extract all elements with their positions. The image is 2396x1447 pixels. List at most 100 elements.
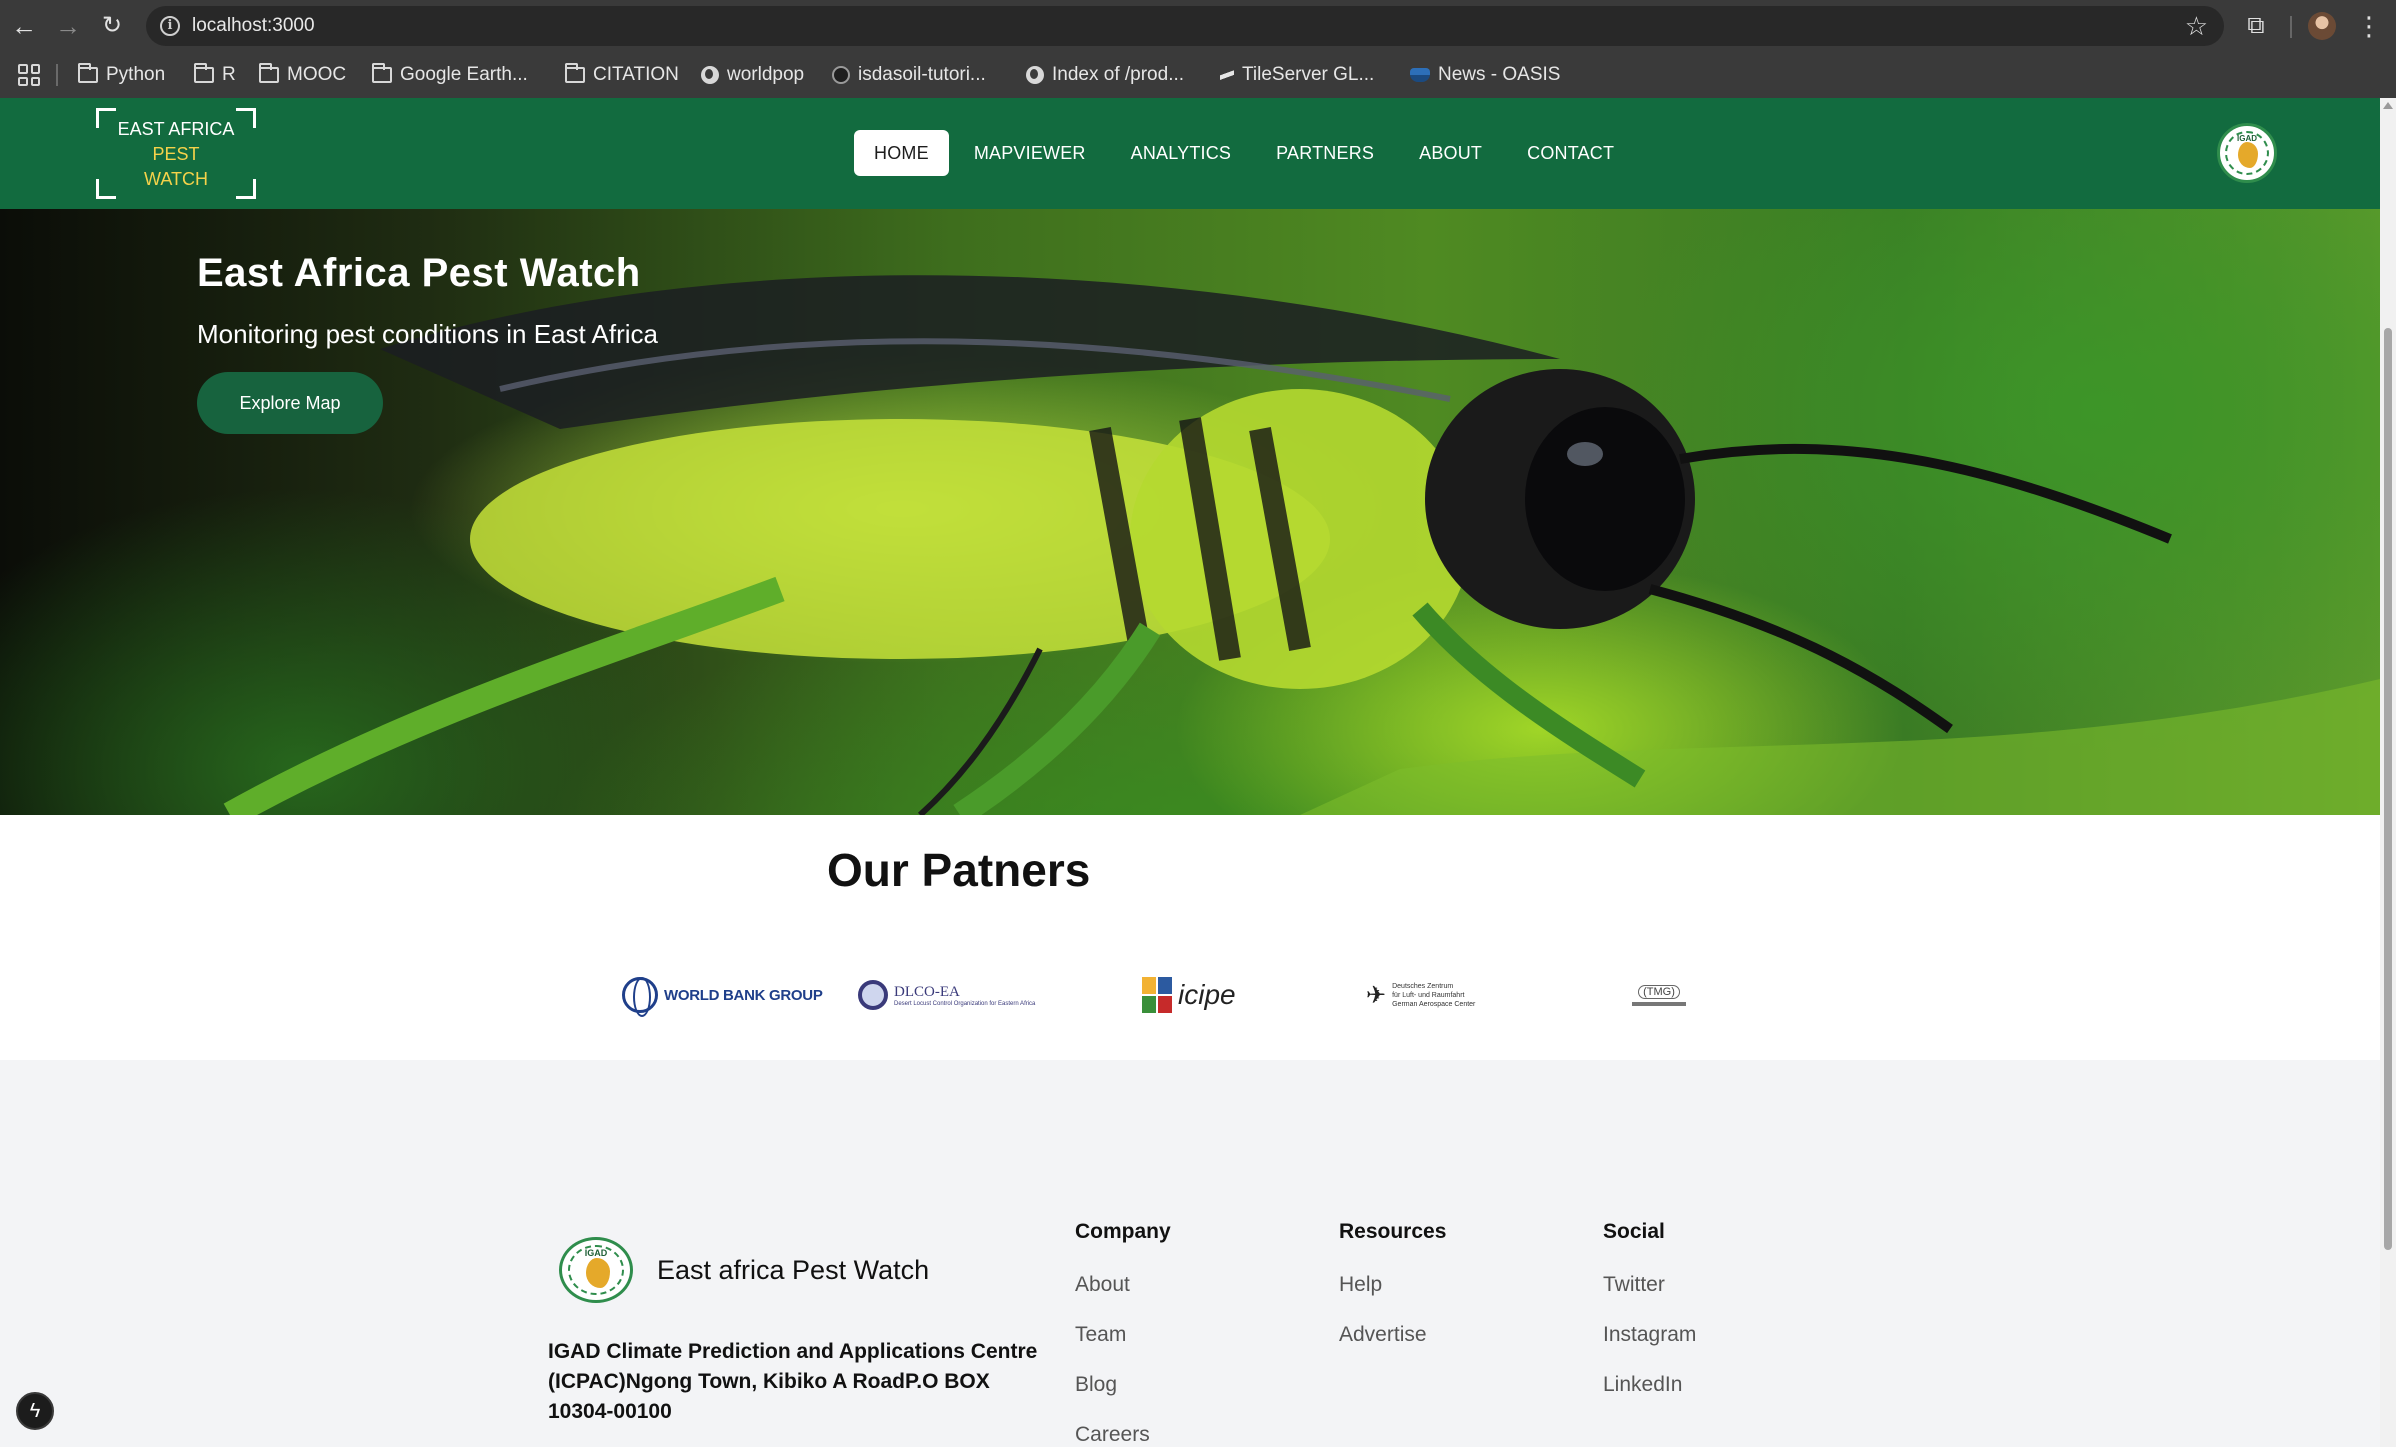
footer-column-title: Company: [1075, 1220, 1171, 1243]
bookmark-news-oasis[interactable]: News - OASIS: [1410, 60, 1560, 90]
partners-title: Our Patners: [827, 844, 1091, 896]
bolt-icon[interactable]: ϟ: [16, 1392, 54, 1430]
bookmarks-bar: Python R MOOC Google Earth... CITATION w…: [0, 52, 2396, 98]
icipe-text: icipe: [1178, 979, 1236, 1010]
oasis-icon: [1410, 68, 1430, 82]
hero-title: East Africa Pest Watch: [197, 251, 641, 295]
partner-logo-world-bank[interactable]: WORLD BANK GROUP: [622, 973, 823, 1017]
bookmark-isdasoil[interactable]: isdasoil-tutori...: [832, 60, 986, 90]
reload-icon[interactable]: ↻: [96, 10, 128, 42]
partner-logo-icipe[interactable]: icipe: [1142, 973, 1236, 1017]
footer-link-about[interactable]: About: [1075, 1270, 1171, 1320]
partner-logo-dlco-ea[interactable]: DLCO-EA Desert Locust Control Organizati…: [858, 973, 1035, 1017]
nav-about[interactable]: ABOUT: [1399, 130, 1502, 176]
folder-icon: [372, 63, 392, 83]
emblem-label: IGAD: [2237, 134, 2257, 143]
dlco-seal-icon: [858, 980, 888, 1010]
folder-icon: [194, 63, 214, 83]
page-scrollbar[interactable]: [2380, 98, 2396, 1447]
footer-link-instagram[interactable]: Instagram: [1603, 1320, 1696, 1370]
footer-link-linkedin[interactable]: LinkedIn: [1603, 1370, 1696, 1420]
browser-menu-icon[interactable]: ⋮: [2356, 10, 2382, 42]
nav-home[interactable]: HOME: [854, 130, 949, 176]
bookmark-label: News - OASIS: [1438, 64, 1561, 85]
dlco-text: DLCO-EA Desert Locust Control Organizati…: [894, 984, 1035, 1007]
footer-link-twitter[interactable]: Twitter: [1603, 1270, 1696, 1320]
bookmark-label: MOOC: [287, 64, 347, 85]
bookmark-mooc[interactable]: MOOC: [259, 60, 346, 90]
address-bar[interactable]: i localhost:3000 ☆: [146, 6, 2224, 46]
bookmark-label: isdasoil-tutori...: [858, 64, 986, 85]
bookmark-python[interactable]: Python: [78, 60, 165, 90]
dlr-text: Deutsches Zentrum für Luft- und Raumfahr…: [1392, 982, 1475, 1009]
partners-section: Our Patners WORLD BANK GROUP DLCO-EA Des…: [0, 815, 2380, 1060]
footer-column-title: Social: [1603, 1220, 1665, 1243]
tmg-underline: [1632, 1001, 1686, 1006]
bookmarks-divider: [56, 64, 58, 86]
logo-line-1: EAST AFRICA: [117, 119, 235, 139]
bookmark-tileserver[interactable]: TileServer GL...: [1220, 60, 1374, 90]
site-logo[interactable]: EAST AFRICA PEST WATCH: [96, 108, 256, 199]
site-footer: IGAD East africa Pest Watch IGAD Climate…: [0, 1060, 2380, 1447]
page-viewport: EAST AFRICA PEST WATCH HOME MAPVIEWER AN…: [0, 98, 2380, 1447]
explore-map-button[interactable]: Explore Map: [197, 372, 383, 434]
bookmark-label: CITATION: [593, 64, 679, 85]
dlr-line-1: Deutsches Zentrum: [1392, 982, 1454, 990]
footer-column-company: Company About Team Blog Careers: [1075, 1220, 1171, 1447]
dlco-name: DLCO-EA: [894, 983, 960, 1000]
logo-line-3: WATCH: [144, 169, 208, 189]
scroll-up-icon[interactable]: [2383, 102, 2393, 109]
bookmark-label: Google Earth...: [400, 64, 528, 85]
bookmark-worldpop[interactable]: worldpop: [701, 60, 804, 90]
extensions-icon[interactable]: ⧉: [2240, 10, 2272, 42]
bookmark-google-earth[interactable]: Google Earth...: [372, 60, 528, 90]
dlco-subtitle: Desert Locust Control Organization for E…: [894, 1000, 1036, 1007]
scrollbar-thumb[interactable]: [2384, 328, 2392, 1250]
footer-link-team[interactable]: Team: [1075, 1320, 1171, 1370]
folder-icon: [78, 63, 98, 83]
footer-igad-logo-icon[interactable]: IGAD: [559, 1237, 633, 1303]
main-nav: HOME MAPVIEWER ANALYTICS PARTNERS ABOUT …: [854, 130, 1639, 176]
bookmark-label: Index of /prod...: [1052, 64, 1185, 85]
footer-link-blog[interactable]: Blog: [1075, 1370, 1171, 1420]
footer-link-careers[interactable]: Careers: [1075, 1420, 1171, 1447]
nav-partners[interactable]: PARTNERS: [1256, 130, 1394, 176]
partner-logo-dlr[interactable]: ✈ Deutsches Zentrum für Luft- und Raumfa…: [1366, 973, 1475, 1017]
igad-emblem-icon[interactable]: IGAD: [2217, 123, 2277, 183]
nav-mapviewer[interactable]: MAPVIEWER: [954, 130, 1106, 176]
footer-link-help[interactable]: Help: [1339, 1270, 1446, 1320]
footer-link-advertise[interactable]: Advertise: [1339, 1320, 1446, 1370]
bookmark-citation[interactable]: CITATION: [565, 60, 679, 90]
logo-line-2: PEST: [152, 144, 200, 164]
github-icon: [832, 66, 850, 84]
footer-address: IGAD Climate Prediction and Applications…: [548, 1340, 1038, 1423]
globe-icon: [701, 66, 719, 84]
site-header: EAST AFRICA PEST WATCH HOME MAPVIEWER AN…: [0, 98, 2380, 209]
logo-text: EAST AFRICA PEST WATCH: [96, 117, 256, 192]
nav-analytics[interactable]: ANALYTICS: [1111, 130, 1252, 176]
bookmark-label: TileServer GL...: [1242, 64, 1375, 85]
partner-logo-tmg[interactable]: (TMG): [1632, 973, 1686, 1017]
apps-grid-icon[interactable]: [18, 64, 40, 86]
tmg-logo: (TMG): [1632, 984, 1686, 1006]
bookmark-index-of-prod[interactable]: Index of /prod...: [1026, 60, 1184, 90]
world-bank-globe-icon: [622, 977, 658, 1017]
africa-map-icon: [586, 1258, 610, 1288]
bookmark-r[interactable]: R: [194, 60, 236, 90]
profile-avatar[interactable]: [2308, 12, 2336, 40]
nav-contact[interactable]: CONTACT: [1507, 130, 1634, 176]
tileserver-icon: [1220, 66, 1234, 84]
browser-toolbar: ← → ↻ i localhost:3000 ☆ ⧉ ⋮: [0, 0, 2396, 52]
tmg-text: (TMG): [1638, 984, 1680, 999]
forward-icon[interactable]: →: [52, 10, 84, 42]
folder-icon: [565, 63, 585, 83]
dlr-mark-icon: ✈: [1366, 981, 1387, 1009]
back-icon[interactable]: ←: [8, 10, 40, 42]
bookmark-label: R: [222, 64, 236, 85]
site-info-icon[interactable]: i: [160, 16, 180, 36]
africa-map-icon: [2238, 142, 2258, 168]
url-text[interactable]: localhost:3000: [192, 15, 315, 37]
bookmark-star-icon[interactable]: ☆: [2185, 11, 2208, 42]
dlr-line-2: für Luft- und Raumfahrt: [1392, 991, 1465, 999]
bookmark-label: Python: [106, 64, 166, 85]
